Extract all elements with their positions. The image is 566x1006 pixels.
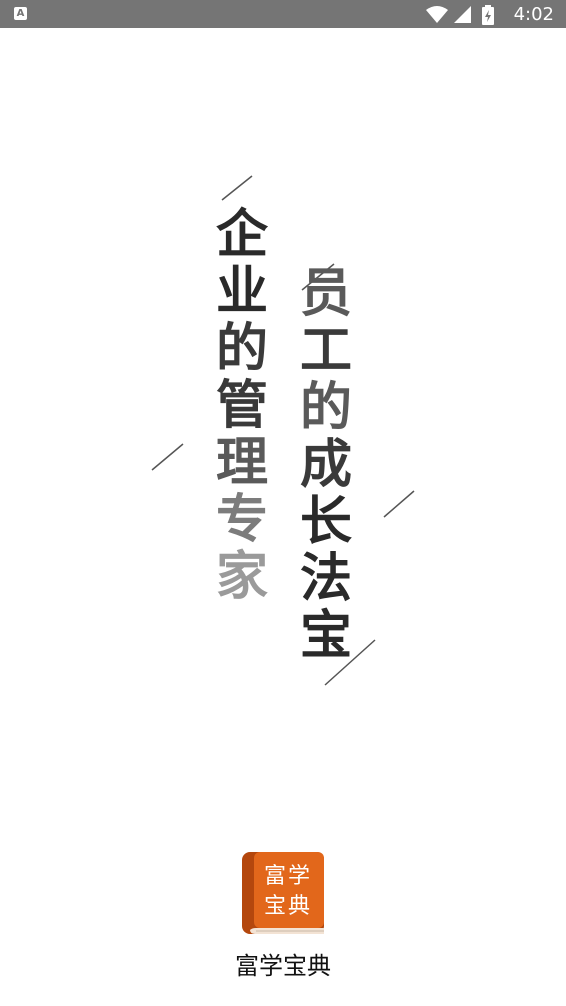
slogan-char: 家 — [215, 546, 268, 607]
logo-text-line1: 富学 — [264, 864, 313, 889]
slogan-char: 业 — [215, 261, 268, 322]
slogan-char: 法 — [299, 548, 352, 609]
app-name: 富学宝典 — [235, 952, 331, 980]
slogan-char: 企 — [215, 204, 268, 265]
slogan-char: 理 — [215, 432, 268, 493]
slogan-char: 员 — [299, 263, 352, 324]
slogan-char: 的 — [215, 318, 268, 379]
slogan-char: 成 — [299, 434, 352, 495]
slogan-char: 宝 — [299, 605, 352, 666]
slogan-char: 管 — [215, 375, 268, 436]
slogan-char: 工 — [299, 320, 352, 381]
slogan-column-right: 员 工 的 成 长 法 宝 — [296, 265, 356, 664]
app-logo: 富学 宝典 — [240, 850, 326, 936]
slogan-column-left: 企 业 的 管 理 专 家 — [212, 206, 272, 605]
slogan-char: 的 — [299, 377, 352, 438]
logo-text-line2: 宝典 — [264, 894, 313, 919]
slogan-char: 专 — [215, 489, 268, 550]
slogan-char: 长 — [299, 491, 352, 552]
